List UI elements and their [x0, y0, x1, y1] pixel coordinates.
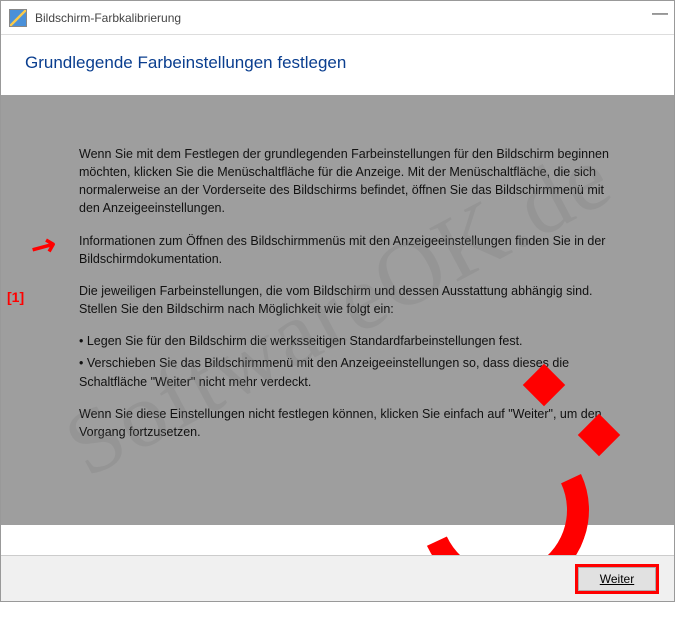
- paragraph-3: Die jeweiligen Farbeinstellungen, die vo…: [79, 282, 612, 318]
- footer-bar: Weiter: [1, 555, 674, 601]
- bullet-1: • Legen Sie für den Bildschirm die werks…: [79, 332, 612, 351]
- page-heading: Grundlegende Farbeinstellungen festlegen: [25, 53, 650, 73]
- window-title: Bildschirm-Farbkalibrierung: [35, 11, 181, 25]
- titlebar: Bildschirm-Farbkalibrierung —: [1, 1, 674, 35]
- header-section: Grundlegende Farbeinstellungen festlegen: [1, 35, 674, 95]
- minimize-icon[interactable]: —: [652, 5, 668, 23]
- paragraph-2: Informationen zum Öffnen des Bildschirmm…: [79, 232, 612, 268]
- content-area: SoftwareOK.de Wenn Sie mit dem Festlegen…: [1, 95, 674, 525]
- annotation-label: [1]: [7, 289, 24, 305]
- window-controls: —: [652, 5, 668, 23]
- next-button[interactable]: Weiter: [578, 567, 656, 591]
- paragraph-1: Wenn Sie mit dem Festlegen der grundlege…: [79, 145, 612, 218]
- app-icon: [9, 9, 27, 27]
